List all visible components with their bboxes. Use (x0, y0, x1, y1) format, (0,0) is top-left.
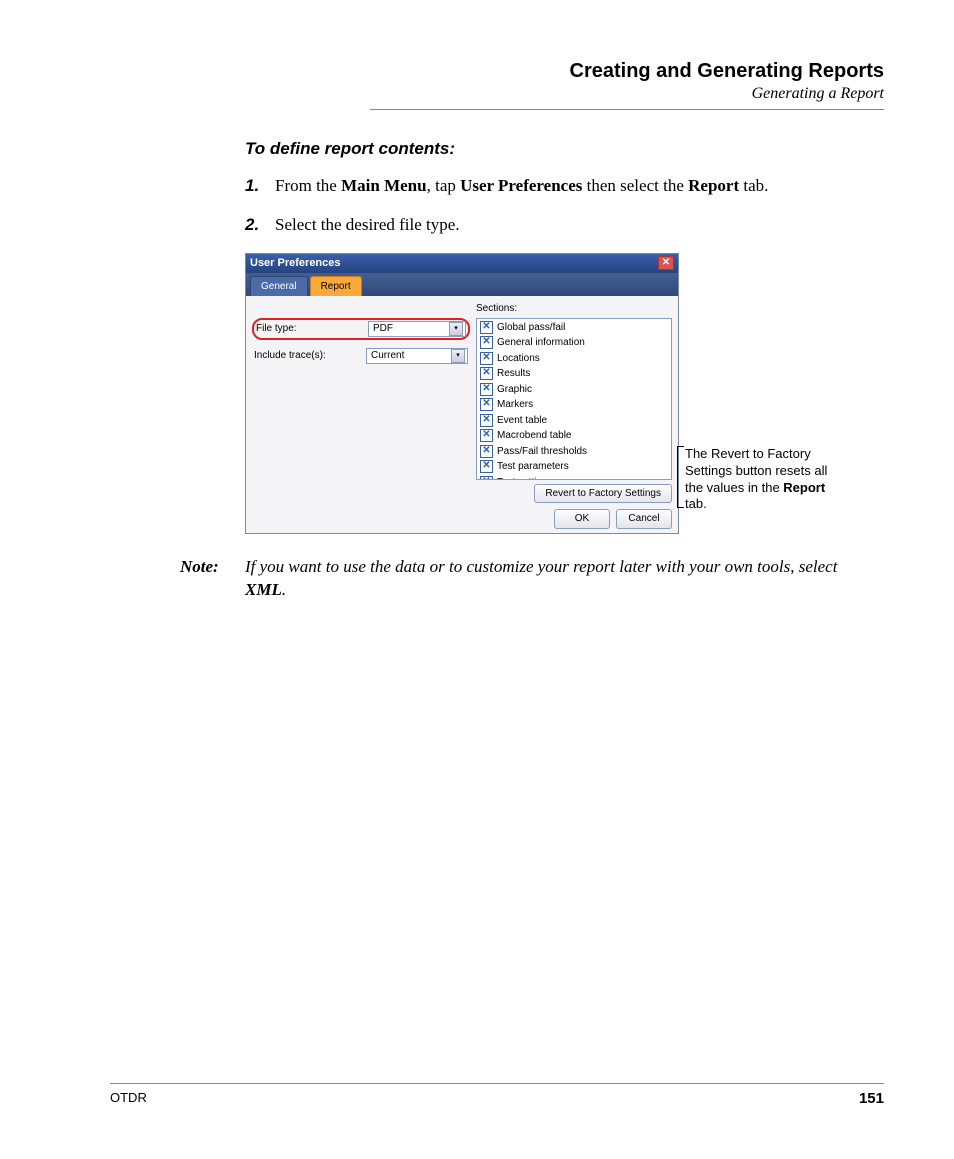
section-item[interactable]: ✕ Graphic (478, 382, 670, 398)
chevron-down-icon: ▾ (449, 322, 463, 336)
close-icon[interactable]: ✕ (658, 256, 674, 270)
section-label: Event table (497, 414, 547, 428)
step-2: 2. Select the desired file type. (245, 214, 874, 237)
page-number: 151 (859, 1090, 884, 1107)
tab-report[interactable]: Report (310, 276, 362, 297)
note-text: If you want to use the data or to custom… (245, 557, 837, 576)
section-label: Test parameters (497, 460, 569, 474)
text-fragment: tab. (739, 176, 768, 195)
section-label: Markers (497, 398, 533, 412)
tab-general[interactable]: General (250, 276, 308, 297)
sections-listbox[interactable]: ✕ Global pass/fail ✕ General information ✕… (476, 318, 672, 480)
checkbox-icon[interactable]: ✕ (480, 352, 493, 365)
include-trace-combo[interactable]: Current ▾ (366, 348, 468, 364)
section-label: Test settings (497, 476, 553, 480)
footer-product: OTDR (110, 1090, 147, 1107)
text-fragment: then select the (582, 176, 688, 195)
revert-factory-button[interactable]: Revert to Factory Settings (534, 484, 672, 504)
section-item[interactable]: ✕ Test settings (478, 475, 670, 480)
section-item[interactable]: ✕ Macrobend table (478, 428, 670, 444)
section-item[interactable]: ✕ Markers (478, 397, 670, 413)
dialog-tabs: General Report (246, 273, 678, 297)
section-label: Locations (497, 352, 540, 366)
section-item[interactable]: ✕ Results (478, 366, 670, 382)
section-item[interactable]: ✕ Locations (478, 351, 670, 367)
section-item[interactable]: ✕ Test parameters (478, 459, 670, 475)
section-label: Global pass/fail (497, 321, 565, 335)
section-label: General information (497, 336, 585, 350)
section-item[interactable]: ✕ Event table (478, 413, 670, 429)
checkbox-icon[interactable]: ✕ (480, 367, 493, 380)
step-text: From the Main Menu, tap User Preferences… (275, 175, 874, 198)
checkbox-icon[interactable]: ✕ (480, 383, 493, 396)
checkbox-icon[interactable]: ✕ (480, 398, 493, 411)
section-label: Results (497, 367, 530, 381)
section-item[interactable]: ✕ Global pass/fail (478, 320, 670, 336)
text-bold: User Preferences (460, 176, 582, 195)
chapter-title: Creating and Generating Reports (370, 60, 884, 83)
checkbox-icon[interactable]: ✕ (480, 460, 493, 473)
file-type-row: File type: PDF ▾ (252, 318, 470, 340)
text-bold: Main Menu (341, 176, 426, 195)
callout-note: The Revert to Factory Settings button re… (685, 446, 840, 514)
text-bold: Report (688, 176, 739, 195)
include-trace-row: Include trace(s): Current ▾ (252, 346, 470, 366)
callout-text: tab. (685, 496, 707, 511)
note-text: . (282, 580, 286, 599)
user-preferences-dialog: User Preferences ✕ General Report File t… (245, 253, 679, 534)
chevron-down-icon: ▾ (451, 349, 465, 363)
section-label: Pass/Fail thresholds (497, 445, 587, 459)
checkbox-icon[interactable]: ✕ (480, 414, 493, 427)
step-number: 2. (245, 214, 275, 237)
checkbox-icon[interactable]: ✕ (480, 445, 493, 458)
text-fragment: , tap (427, 176, 461, 195)
note-paragraph: Note: If you want to use the data or to … (180, 556, 874, 602)
page-footer: OTDR 151 (110, 1083, 884, 1107)
cancel-button[interactable]: Cancel (616, 509, 672, 529)
section-item[interactable]: ✕ General information (478, 335, 670, 351)
step-1: 1. From the Main Menu, tap User Preferen… (245, 175, 874, 198)
procedure-heading: To define report contents: (245, 138, 874, 161)
step-number: 1. (245, 175, 275, 198)
step-text: Select the desired file type. (275, 214, 874, 237)
note-label: Note: (180, 556, 245, 602)
checkbox-icon[interactable]: ✕ (480, 429, 493, 442)
checkbox-icon[interactable]: ✕ (480, 336, 493, 349)
file-type-combo[interactable]: PDF ▾ (368, 321, 466, 337)
sections-label: Sections: (476, 302, 672, 316)
text-fragment: From the (275, 176, 341, 195)
header-rule (370, 109, 884, 110)
file-type-label: File type: (256, 322, 368, 336)
checkbox-icon[interactable]: ✕ (480, 321, 493, 334)
section-label: Macrobend table (497, 429, 572, 443)
section-subtitle: Generating a Report (370, 85, 884, 103)
section-item[interactable]: ✕ Pass/Fail thresholds (478, 444, 670, 460)
section-label: Graphic (497, 383, 532, 397)
note-body: If you want to use the data or to custom… (245, 556, 874, 602)
callout-bold: Report (783, 480, 825, 495)
note-bold: XML (245, 580, 282, 599)
file-type-value: PDF (373, 322, 393, 336)
dialog-titlebar: User Preferences ✕ (246, 254, 678, 273)
include-trace-value: Current (371, 349, 404, 363)
checkbox-icon[interactable]: ✕ (480, 476, 493, 480)
callout-bracket (677, 446, 684, 508)
ok-button[interactable]: OK (554, 509, 610, 529)
dialog-title: User Preferences (250, 256, 341, 271)
include-trace-label: Include trace(s): (254, 349, 366, 363)
